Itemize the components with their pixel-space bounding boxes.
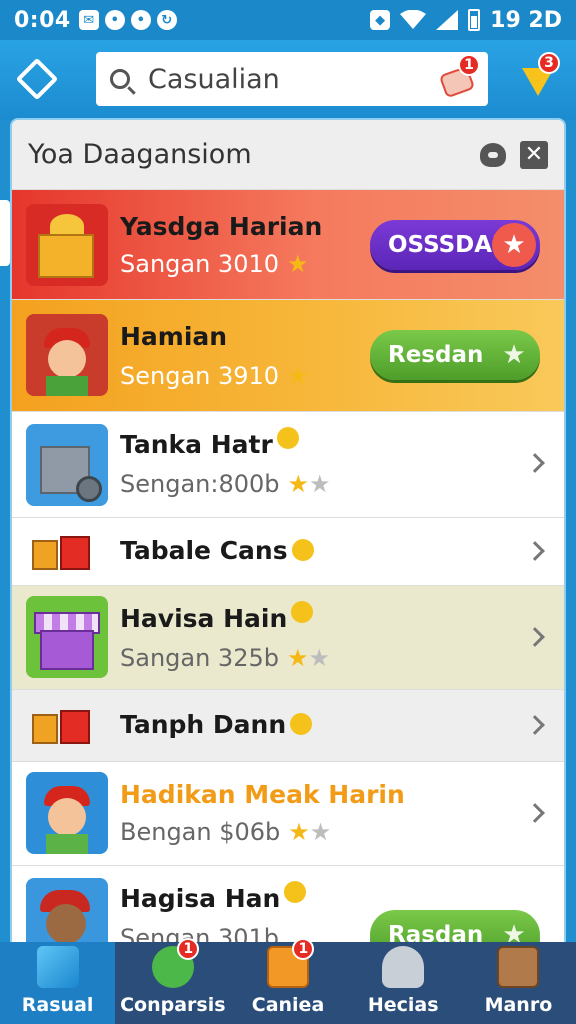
gift-box-icon (26, 204, 108, 286)
bottom-nav: Rasual 1 Conparsis 1 Caniea Hecias Manro (0, 938, 576, 1024)
item-name: Hagisa Han (120, 881, 307, 913)
list-item[interactable]: Hagisa Han Sengan 301b Rasdan ★ (12, 866, 564, 942)
chevron-right-icon[interactable] (525, 803, 545, 823)
list-item[interactable]: Havisa Hain Sangan 325b ★★ (12, 586, 564, 690)
person-icon (382, 946, 425, 988)
notification-badge: 3 (538, 52, 560, 74)
settings-icon[interactable] (480, 142, 506, 167)
item-name: Tanph Dann (120, 710, 313, 739)
item-sub: Sangan 3010 ★ (120, 250, 309, 278)
nav-tab-label: Rasual (21, 994, 94, 1016)
list-item[interactable]: Hamian Sengan 3910 ★ Resdan ★ (12, 300, 564, 412)
star-icon: ★ (502, 920, 526, 942)
item-sub: Bengan $06b ★★ (120, 818, 332, 846)
cube-icon (36, 946, 79, 988)
nav-tab-rasual[interactable]: Rasual (0, 942, 116, 1024)
star-empty-icon: ★ (309, 818, 332, 846)
star-icon: ★ (288, 818, 310, 846)
star-icon: ★ (492, 223, 536, 267)
gifts-icon (26, 530, 96, 574)
message-icon[interactable]: 1 (438, 54, 480, 99)
character-icon (26, 772, 108, 854)
search-icon (110, 69, 130, 89)
panel-header: Yoa Daagansiom ✕ (12, 120, 564, 190)
smiley-icon (291, 601, 314, 623)
status-time: 0:04 (14, 7, 71, 33)
nav-tab-label: Manro (484, 994, 553, 1016)
item-sub: Sangan 325b ★★ (120, 644, 331, 672)
coin-icon (290, 713, 313, 735)
item-sub: Sengan 301b (120, 924, 280, 942)
item-name: Tabale Cans (120, 536, 314, 565)
notification-icon[interactable]: 3 (520, 52, 560, 96)
status-notification-icons: ✉ • • ↻ (78, 10, 177, 30)
search-input[interactable]: Casualian (148, 64, 440, 95)
shield-icon: ◆ (370, 10, 391, 30)
chevron-right-icon[interactable] (525, 627, 545, 647)
star-icon: ★ (287, 470, 310, 498)
list-item[interactable]: Tanka Hatr Sengan:800b ★★ (12, 412, 564, 518)
message-badge: 1 (458, 54, 480, 76)
nav-tab-caniea[interactable]: 1 Caniea (230, 938, 345, 1024)
star-icon: ★ (502, 340, 526, 370)
star-icon: ★ (287, 362, 309, 390)
star-empty-icon: ★ (309, 470, 331, 498)
search-bar[interactable]: Casualian 1 (96, 52, 488, 106)
chat-icon: • (104, 10, 125, 30)
side-drawer-handle[interactable] (0, 200, 10, 266)
gifts-icon (26, 704, 96, 748)
nav-tab-label: Caniea (251, 994, 325, 1016)
star-empty-icon: ★ (308, 644, 331, 672)
smiley-icon (276, 427, 299, 449)
close-button[interactable]: ✕ (520, 140, 548, 169)
nav-badge: 1 (292, 938, 315, 960)
item-name: Yasdga Harian (120, 212, 323, 241)
nav-tab-hecias[interactable]: Hecias (346, 942, 461, 1024)
list-item[interactable]: Tabale Cans (12, 518, 564, 586)
chevron-right-icon[interactable] (525, 715, 545, 735)
nav-tab-manro[interactable]: Manro (461, 942, 576, 1024)
item-name: Hamian (120, 322, 228, 351)
mail-icon: ✉ (78, 10, 99, 30)
machine-icon (26, 424, 108, 506)
status-bar: 0:04 ✉ • • ↻ ◆ 19 2D (0, 0, 576, 40)
character-icon (26, 314, 108, 396)
shop-box-icon (26, 596, 108, 678)
nav-tab-conparsis[interactable]: 1 Conparsis (115, 938, 230, 1024)
item-sub: Sengan 3910 ★ (120, 362, 309, 390)
star-icon: ★ (287, 250, 309, 278)
list-item[interactable]: Yasdga Harian Sangan 3010 ★ OSSSDAN ★ (12, 190, 564, 300)
panel-title: Yoa Daagansiom (28, 139, 252, 170)
rasdan-button[interactable]: Rasdan ★ (370, 910, 540, 942)
chevron-right-icon[interactable] (525, 541, 545, 561)
resdan-button-label: Resdan (388, 342, 484, 368)
coin-icon (291, 539, 314, 561)
character-icon (26, 878, 108, 942)
nav-tab-label: Hecias (367, 994, 439, 1016)
item-name: Tanka Hatr (120, 427, 299, 459)
star-icon: ★ (286, 644, 309, 672)
claim-button[interactable]: OSSSDAN ★ (370, 220, 540, 270)
chevron-right-icon[interactable] (525, 453, 545, 473)
rasdan-button-label: Rasdan (388, 922, 484, 942)
signal-icon (436, 10, 459, 30)
battery-icon (468, 9, 481, 31)
status-right-text: 19 2D (490, 7, 562, 33)
chat-icon-2: • (130, 10, 151, 30)
sync-icon: ↻ (156, 10, 177, 30)
top-bar: Casualian 1 3 (0, 40, 576, 120)
list-item[interactable]: Hadikan Meak Harin Bengan $06b ★★ (12, 762, 564, 866)
item-sub: Sengan:800b ★★ (120, 470, 331, 498)
wifi-icon (400, 10, 427, 29)
nav-badge: 1 (177, 938, 200, 960)
map-icon (497, 946, 540, 988)
nav-tab-label: Conparsis (120, 994, 226, 1016)
item-name: Havisa Hain (120, 601, 314, 633)
home-diamond-icon[interactable] (15, 57, 59, 101)
resdan-button[interactable]: Resdan ★ (370, 330, 540, 380)
list-item[interactable]: Tanph Dann (12, 690, 564, 762)
daily-panel: Yoa Daagansiom ✕ Yasdga Harian Sangan 30… (12, 120, 564, 942)
item-name: Hadikan Meak Harin (120, 780, 405, 809)
smiley-icon (284, 881, 307, 903)
